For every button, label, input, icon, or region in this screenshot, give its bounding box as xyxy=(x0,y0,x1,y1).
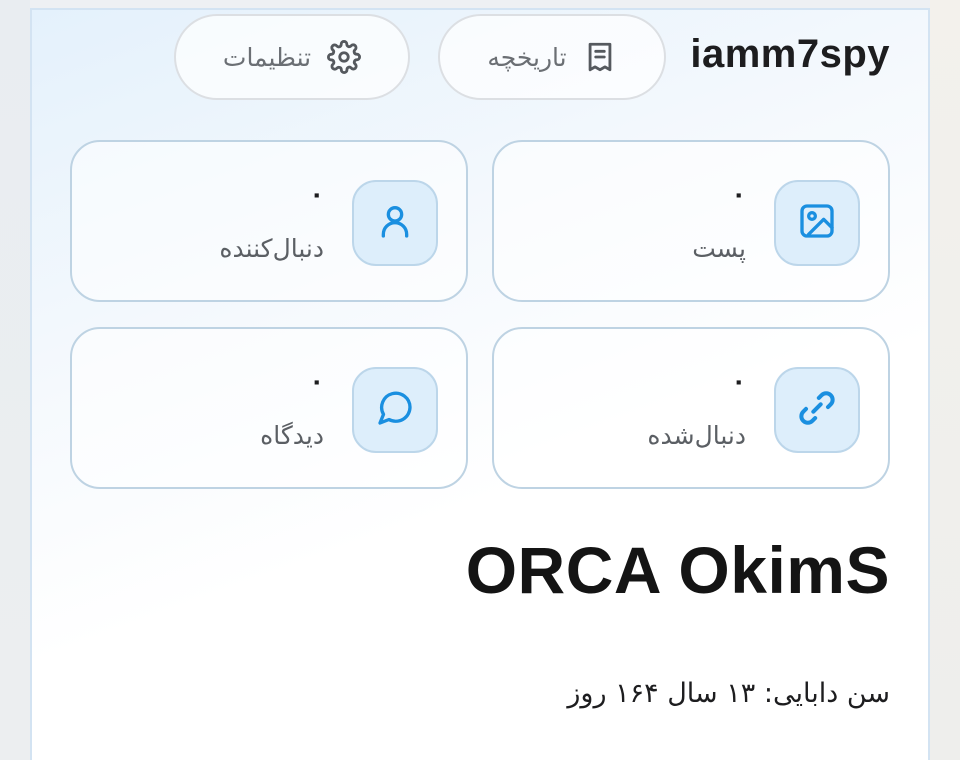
stat-label: پست xyxy=(692,234,746,263)
gear-icon xyxy=(327,40,362,74)
stat-card-posts[interactable]: ۰ پست xyxy=(492,140,890,302)
stat-icon-box xyxy=(774,367,860,453)
stat-label: دنبال‌کننده xyxy=(219,234,324,263)
stat-card-comments[interactable]: ۰ دیدگاه xyxy=(70,327,468,489)
background-right xyxy=(930,0,960,760)
history-button[interactable]: تاریخچه xyxy=(438,14,666,100)
stat-value: ۰ xyxy=(309,180,324,208)
settings-button[interactable]: تنظیمات xyxy=(174,14,410,100)
image-icon xyxy=(797,201,837,245)
chat-bubble-icon xyxy=(375,388,415,432)
background-left xyxy=(0,0,30,760)
user-icon xyxy=(375,201,415,245)
stat-icon-box xyxy=(352,180,438,266)
profile-panel: iamm7spy تاریخچه تنظیمات xyxy=(30,8,930,760)
stat-value: ۰ xyxy=(731,367,746,395)
link-icon xyxy=(795,386,839,434)
display-name: ORCA OkimS xyxy=(465,533,890,607)
history-label: تاریخچه xyxy=(487,42,567,72)
stat-card-following[interactable]: ۰ دنبال‌شده xyxy=(492,327,890,489)
username: iamm7spy xyxy=(690,32,890,76)
account-age: سن دابایی: ۱۳ سال ۱۶۴ روز xyxy=(567,678,890,709)
stat-icon-box xyxy=(774,180,860,266)
settings-label: تنظیمات xyxy=(222,42,312,72)
stat-label: دیدگاه xyxy=(260,421,324,450)
stat-label: دنبال‌شده xyxy=(647,421,746,450)
receipt-icon xyxy=(583,40,617,74)
stat-value: ۰ xyxy=(309,367,324,395)
stat-icon-box xyxy=(352,367,438,453)
stat-card-followers[interactable]: ۰ دنبال‌کننده xyxy=(70,140,468,302)
stat-value: ۰ xyxy=(731,180,746,208)
